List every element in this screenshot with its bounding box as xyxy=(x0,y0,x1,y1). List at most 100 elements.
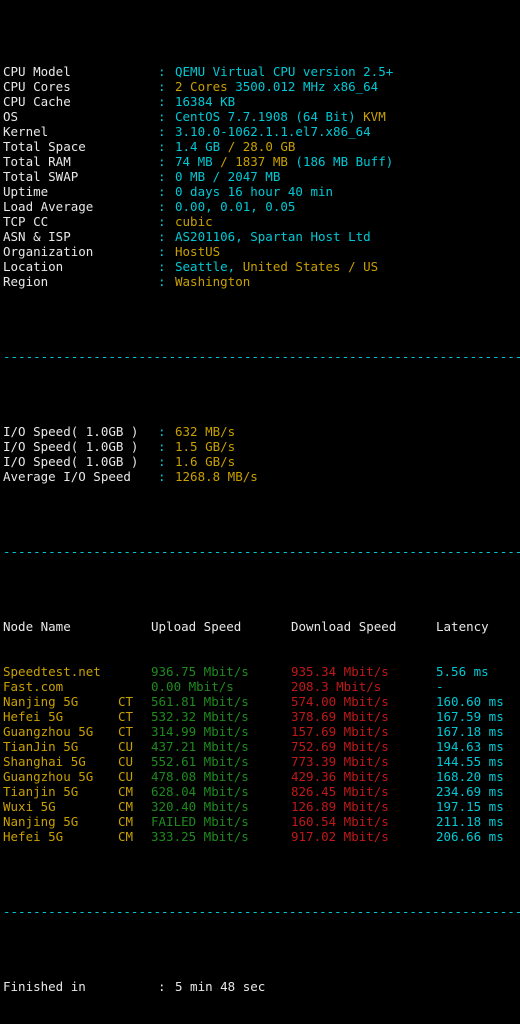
io-speed-block: I/O Speed( 1.0GB ):632 MB/s I/O Speed( 1.… xyxy=(3,424,520,484)
info-value-part: / 28.0 GB xyxy=(227,139,296,154)
info-row: Region: Washington xyxy=(3,274,520,289)
info-value-part: 1.4 GB xyxy=(175,139,228,154)
speedtest-download-speed: 826.45 Mbit/s xyxy=(291,784,389,799)
info-value-part: 2 Cores xyxy=(175,79,236,94)
info-value-part: United States / US xyxy=(242,259,379,274)
speedtest-upload-speed: 532.32 Mbit/s xyxy=(151,709,249,724)
speedtest-operator: CT xyxy=(118,709,134,724)
info-row: Kernel:3.10.0-1062.1.1.el7.x86_64 xyxy=(3,124,520,139)
info-value: cubic xyxy=(175,214,520,229)
speedtest-latency: 234.69 ms xyxy=(436,784,504,799)
speedtest-upload-speed: 552.61 Mbit/s xyxy=(151,754,249,769)
separator-line-1: ----------------------------------------… xyxy=(3,349,520,364)
speedtest-latency: 5.56 ms xyxy=(436,664,489,679)
info-value: CentOS 7.7.1908 (64 Bit) KVM xyxy=(175,109,520,124)
speedtest-latency: 197.15 ms xyxy=(436,799,504,814)
io-speed-value: 1.6 GB/s xyxy=(175,454,236,469)
speedtest-row: Nanjing 5G CM FAILED Mbit/s 160.54 Mbit/s 21… xyxy=(3,814,520,829)
speedtest-upload-speed: 0.00 Mbit/s xyxy=(151,679,234,694)
speedtest-row: Shanghai 5G CU 552.61 Mbit/s 773.39 Mbit/s 1… xyxy=(3,754,520,769)
info-label: ASN & ISP xyxy=(3,229,71,244)
info-row: CPU Cache:16384 KB xyxy=(3,94,520,109)
speedtest-download-speed: 773.39 Mbit/s xyxy=(291,754,389,769)
speedtest-header-row: Node Name Upload Speed Download Speed Laten… xyxy=(3,619,520,634)
io-speed-label: I/O Speed( 1.0GB ) xyxy=(3,454,139,469)
speedtest-latency: - xyxy=(436,679,444,694)
speedtest-row: Wuxi 5G CM 320.40 Mbit/s 126.89 Mbit/s 197.1… xyxy=(3,799,520,814)
io-speed-row: Average I/O Speed:1268.8 MB/s xyxy=(3,469,520,484)
speedtest-operator: CT xyxy=(118,694,134,709)
info-label: Kernel xyxy=(3,124,49,139)
info-value: 0 MB / 2047 MB xyxy=(175,169,520,184)
info-row: Load Average:0.00, 0.01, 0.05 xyxy=(3,199,520,214)
speedtest-node-name: Nanjing 5G xyxy=(3,814,79,829)
info-colon: : xyxy=(158,64,166,79)
info-value-part: Seattle, xyxy=(175,259,243,274)
info-label: Total Space xyxy=(3,139,86,154)
speedtest-table: Speedtest.net 936.75 Mbit/s 935.34 Mbit/s 5… xyxy=(3,664,520,844)
speedtest-latency: 167.59 ms xyxy=(436,709,504,724)
info-value: QEMU Virtual CPU version 2.5+ xyxy=(175,64,520,79)
info-value-part: 3500.012 MHz x86_64 xyxy=(235,79,379,94)
speedtest-operator: CM xyxy=(118,829,134,844)
info-row: Total SWAP:0 MB / 2047 MB xyxy=(3,169,520,184)
speedtest-operator xyxy=(118,664,151,679)
speedtest-node-name: TianJin 5G xyxy=(3,739,79,754)
speedtest-download-speed: 160.54 Mbit/s xyxy=(291,814,389,829)
terminal-output: CPU Model: QEMU Virtual CPU version 2.5+ C… xyxy=(0,0,520,1024)
speedtest-node-name: Tianjin 5G xyxy=(3,784,79,799)
info-label: Region xyxy=(3,274,49,289)
info-label: OS xyxy=(3,109,19,124)
speedtest-upload-speed: 314.99 Mbit/s xyxy=(151,724,249,739)
io-speed-colon: : xyxy=(158,439,166,454)
speedtest-upload-speed: 936.75 Mbit/s xyxy=(151,664,249,679)
speedtest-operator: CU xyxy=(118,754,134,769)
speedtest-operator: CM xyxy=(118,799,134,814)
info-row: Location: Seattle, United States / US xyxy=(3,259,520,274)
system-info-block: CPU Model: QEMU Virtual CPU version 2.5+ C… xyxy=(3,64,520,289)
info-colon: : xyxy=(158,244,166,259)
info-row: Organization: HostUS xyxy=(3,244,520,259)
info-colon: : xyxy=(158,199,166,214)
finished-row: Finished in : 5 min 48 sec xyxy=(3,979,520,994)
speedtest-node-name: Guangzhou 5G xyxy=(3,724,94,739)
finished-value: 5 min 48 sec xyxy=(175,979,266,994)
info-row: Total RAM:74 MB / 1837 MB (186 MB Buff) xyxy=(3,154,520,169)
info-value-part: CentOS 7.7.1908 (64 Bit) xyxy=(175,109,364,124)
info-row: CPU Model: QEMU Virtual CPU version 2.5+ xyxy=(3,64,520,79)
info-label: CPU Model xyxy=(3,64,71,79)
info-label: TCP CC xyxy=(3,214,49,229)
speedtest-upload-speed: 320.40 Mbit/s xyxy=(151,799,249,814)
io-speed-value: 1268.8 MB/s xyxy=(175,469,258,484)
speedtest-row: Hefei 5G CT 532.32 Mbit/s 378.69 Mbit/s 167.… xyxy=(3,709,520,724)
speedtest-latency: 168.20 ms xyxy=(436,769,504,784)
speedtest-download-speed: 208.3 Mbit/s xyxy=(291,679,382,694)
info-colon: : xyxy=(158,79,166,94)
speedtest-upload-speed: 437.21 Mbit/s xyxy=(151,739,249,754)
speedtest-latency: 211.18 ms xyxy=(436,814,504,829)
info-value: 1.4 GB / 28.0 GB xyxy=(175,139,520,154)
speedtest-node-name: Shanghai 5G xyxy=(3,754,86,769)
speedtest-download-speed: 935.34 Mbit/s xyxy=(291,664,389,679)
info-value-part: / 1837 MB xyxy=(220,154,296,169)
speedtest-operator: CM xyxy=(118,814,134,829)
info-value: 0.00, 0.01, 0.05 xyxy=(175,199,520,214)
speedtest-operator: CT xyxy=(118,724,134,739)
speedtest-row: Hefei 5G CM 333.25 Mbit/s 917.02 Mbit/s 206.… xyxy=(3,829,520,844)
info-label: Uptime xyxy=(3,184,49,199)
io-speed-value: 1.5 GB/s xyxy=(175,439,236,454)
speedtest-header-download: Download Speed xyxy=(291,619,397,634)
speedtest-upload-speed: 333.25 Mbit/s xyxy=(151,829,249,844)
speedtest-operator xyxy=(118,679,151,694)
speedtest-node-name: Hefei 5G xyxy=(3,709,64,724)
info-colon: : xyxy=(158,139,166,154)
separator-line-3: ----------------------------------------… xyxy=(3,904,520,919)
info-label: Total RAM xyxy=(3,154,71,169)
speedtest-node-name: Speedtest.net xyxy=(3,664,101,679)
info-value-part: 74 MB xyxy=(175,154,221,169)
speedtest-row: Guangzhou 5G CT 314.99 Mbit/s 157.69 Mbit/s… xyxy=(3,724,520,739)
info-colon: : xyxy=(158,94,166,109)
info-value: 74 MB / 1837 MB (186 MB Buff) xyxy=(175,154,520,169)
speedtest-download-speed: 917.02 Mbit/s xyxy=(291,829,389,844)
io-speed-colon: : xyxy=(158,454,166,469)
